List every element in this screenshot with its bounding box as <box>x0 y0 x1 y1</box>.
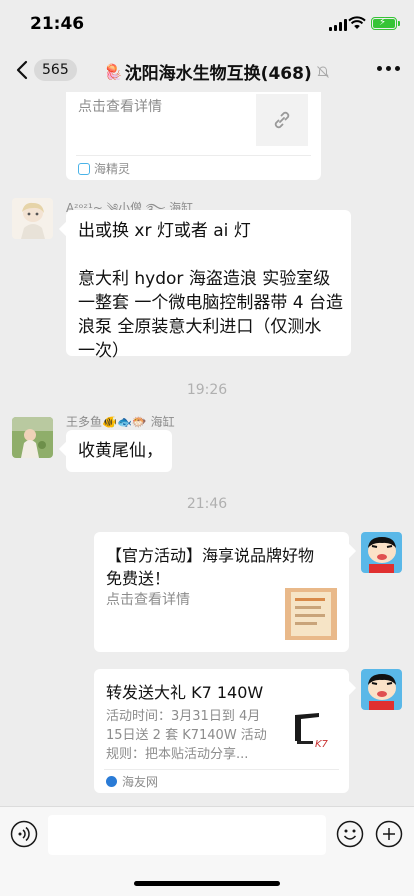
plus-icon[interactable] <box>375 820 403 848</box>
avatar[interactable] <box>12 198 53 239</box>
back-button[interactable]: 565 <box>12 57 77 83</box>
source-logo-icon <box>106 776 117 787</box>
timestamp: 21:46 <box>186 496 228 512</box>
more-options-button[interactable] <box>377 66 400 71</box>
nav-bar: 565 🪼 沈阳海水生物互换(468) <box>0 48 414 92</box>
link-icon <box>256 94 308 146</box>
status-bar: 21:46 ⚡ <box>0 0 414 48</box>
card-title: 【官方活动】海享说品牌好物 <box>106 546 315 565</box>
card-link-text: 点击查看详情 <box>78 99 162 115</box>
card-description: 15日送 2 套 K7140W 活动 <box>106 728 267 743</box>
message-bubble[interactable]: 出或换 xr 灯或者 ai 灯 意大利 hydor 海盗造浪 实验室级 一整套 … <box>58 210 351 361</box>
my-avatar[interactable] <box>361 669 402 710</box>
chevron-left-icon <box>12 57 32 83</box>
card-source: 海精灵 <box>94 162 131 176</box>
link-card[interactable]: 【官方活动】海享说品牌好物 免费送！ 点击查看详情 <box>94 532 357 652</box>
message-bubble[interactable]: 收黄尾仙， <box>58 430 172 472</box>
avatar[interactable] <box>12 417 53 458</box>
svg-text:K7: K7 <box>315 739 329 750</box>
source-logo-icon <box>78 163 90 175</box>
unread-count-badge: 565 <box>34 59 77 81</box>
message-text-line <box>78 243 339 267</box>
card-source: 海友网 <box>122 775 159 789</box>
link-card[interactable]: 转发送大礼 K7 140W 活动时间：3月31日到 4月 15日送 2 套 K7… <box>94 669 357 793</box>
message-text-line: 浪泵 全原装意大利进口（仅测水 <box>78 317 322 337</box>
my-avatar[interactable] <box>361 532 402 573</box>
message-text-line: 出或换 xr 灯或者 ai 灯 <box>78 221 251 241</box>
mute-bell-icon <box>316 65 329 78</box>
message-text-line: 一次） <box>78 341 129 361</box>
emoji-icon[interactable] <box>336 820 364 848</box>
sender-name: 王多鱼🐠🐟🐡 海缸 <box>66 415 175 429</box>
card-title: 免费送！ <box>106 569 171 588</box>
status-time: 21:46 <box>30 14 85 34</box>
card-thumbnail: K7 <box>285 701 337 753</box>
battery-icon: ⚡ <box>371 17 400 30</box>
timestamp: 19:26 <box>186 382 228 398</box>
card-description: 活动时间：3月31日到 4月 <box>106 709 261 724</box>
link-card-top[interactable]: 点击查看详情 海精灵 <box>66 92 321 180</box>
wifi-icon <box>348 16 366 29</box>
voice-input-icon[interactable] <box>10 820 38 848</box>
signal-icon <box>329 19 347 31</box>
card-thumbnail <box>285 588 337 640</box>
message-input[interactable] <box>48 815 326 855</box>
chat-messages[interactable]: 点击查看详情 海精灵 Aᶻᵒᶻ¹~ ༄小僧 ࿐ 海缸 出或换 xr 灯或者 ai… <box>0 92 414 806</box>
chat-title: 🪼 沈阳海水生物互换(468) <box>104 59 330 84</box>
home-indicator <box>134 881 280 886</box>
message-text-line: 一整套 一个微电脑控制器带 4 台造 <box>78 293 344 313</box>
title-emoji: 🪼 <box>104 62 123 81</box>
message-text-line: 意大利 hydor 海盗造浪 实验室级 <box>78 269 331 289</box>
card-title: 转发送大礼 K7 140W <box>106 683 264 702</box>
group-name: 沈阳海水生物互换(468) <box>124 64 312 84</box>
message-text: 收黄尾仙， <box>78 441 163 461</box>
card-description: 规则：把本贴活动分享... <box>106 747 249 762</box>
card-link-text: 点击查看详情 <box>106 592 190 608</box>
